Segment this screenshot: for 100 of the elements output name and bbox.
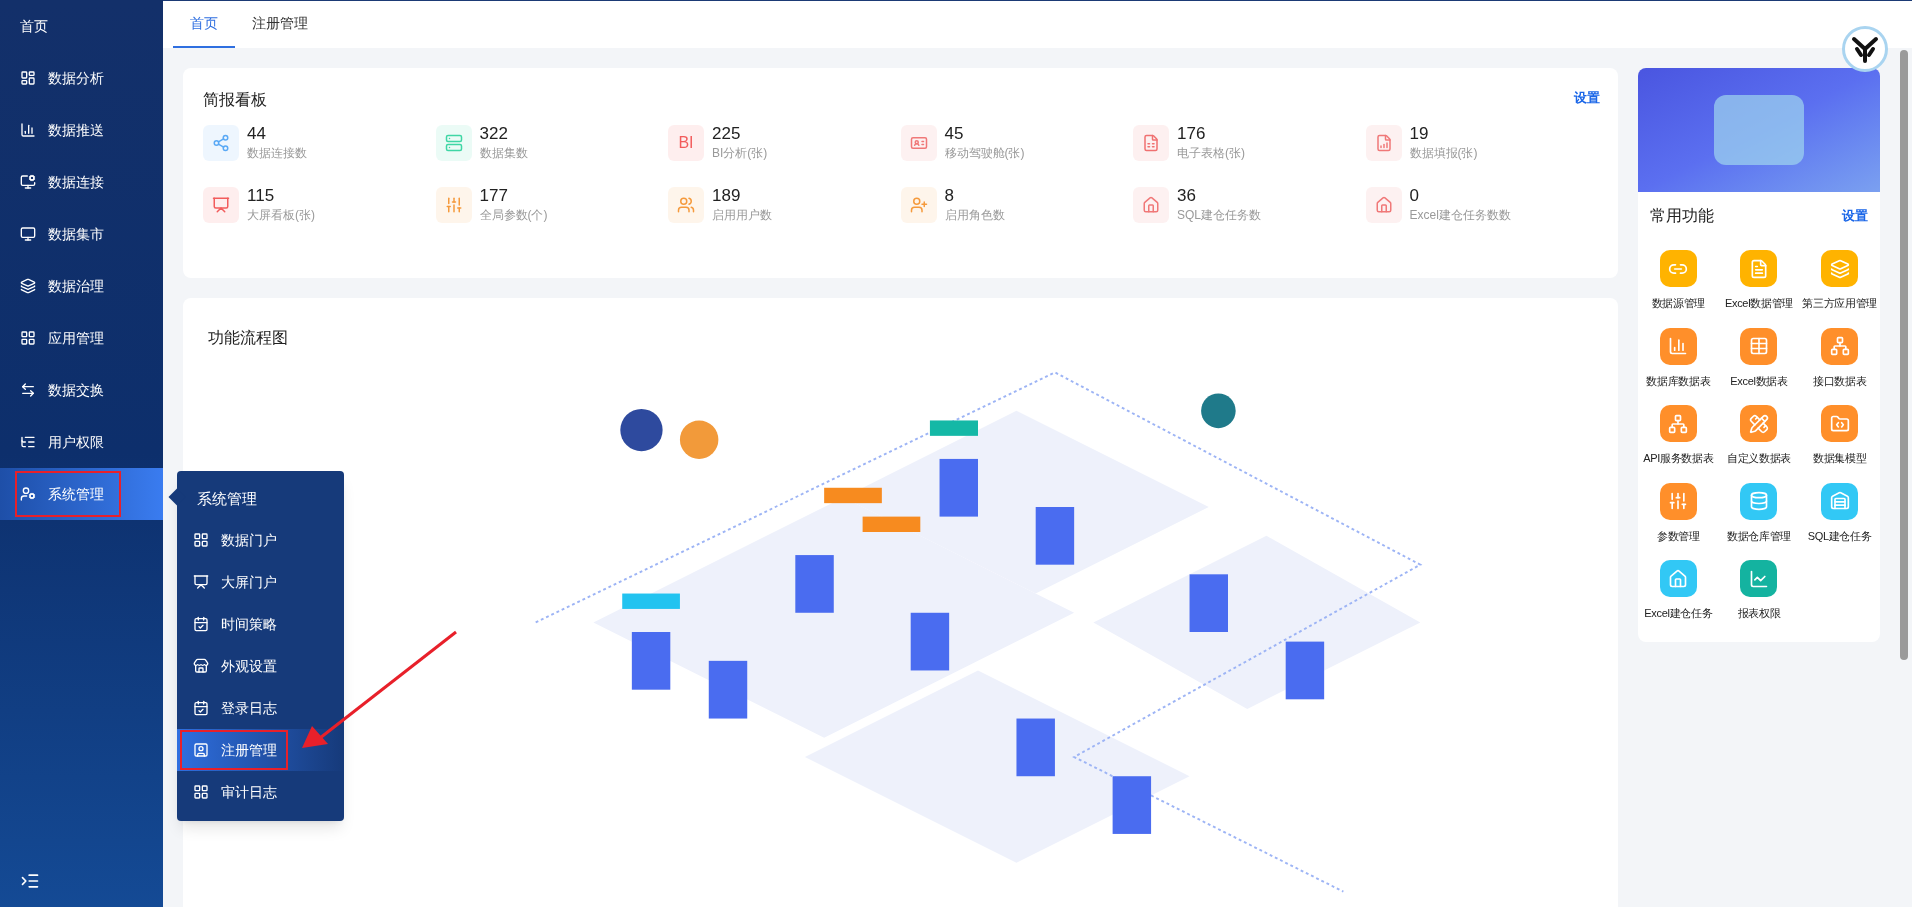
exchange-icon <box>20 382 36 398</box>
tab[interactable]: 注册管理 <box>235 1 325 48</box>
tab[interactable]: 首页 <box>173 1 235 48</box>
line-chart-icon <box>1749 568 1769 589</box>
collapse-menu-icon[interactable] <box>20 871 40 891</box>
submenu-item[interactable]: 数据门户 <box>177 519 344 561</box>
sliders-icon <box>444 196 463 214</box>
folder-code-icon <box>1829 413 1850 434</box>
report-icon <box>1374 134 1393 152</box>
shortcut-item[interactable]: 数据库数据表 <box>1638 327 1719 389</box>
stat-value: 8 <box>944 186 955 206</box>
stat-value: 45 <box>944 124 965 144</box>
shortcut-item[interactable]: 第三方应用管理 <box>1799 250 1880 312</box>
stat-value: 115 <box>247 186 276 206</box>
submenu-item[interactable]: 登录日志 <box>177 687 344 729</box>
card-title: 功能流程图 <box>208 328 289 348</box>
monitor-icon <box>20 226 36 242</box>
submenu-item[interactable]: 时间策略 <box>177 603 344 645</box>
shortcut-item[interactable]: 数据仓库管理 <box>1718 482 1800 544</box>
panel-title: 常用功能 <box>1650 206 1714 226</box>
stat-label: 数据连接数 <box>247 145 307 162</box>
layers-icon <box>20 278 36 294</box>
pencil-ruler-icon <box>1749 413 1769 434</box>
sidebar-item[interactable]: 应用管理 <box>0 312 163 364</box>
bar-chart-icon <box>20 122 36 138</box>
logo-avatar[interactable] <box>1842 26 1888 72</box>
bar-chart-icon <box>1668 336 1689 356</box>
calendar-check-icon <box>193 616 209 632</box>
stat-label: SQL建仓任务数 <box>1177 207 1261 224</box>
home-link[interactable]: 首页 <box>0 0 163 52</box>
submenu-item[interactable]: 注册管理 <box>177 729 344 771</box>
house-icon <box>1668 568 1689 589</box>
sidebar-item[interactable]: 用户权限 <box>0 416 163 468</box>
spreadsheet-icon <box>1142 134 1160 152</box>
store-icon <box>193 658 209 674</box>
stat-value: 44 <box>247 124 267 144</box>
stat-label: 数据集数 <box>479 145 528 162</box>
list-icon <box>20 434 36 450</box>
stat-value: 0 <box>1409 186 1420 206</box>
stat-value: 177 <box>479 186 509 206</box>
sidebar-item[interactable]: 数据交换 <box>0 364 163 416</box>
shortcut-item[interactable]: 数据源管理 <box>1638 250 1719 312</box>
house-icon <box>1374 196 1393 214</box>
submenu-item[interactable]: 大屏门户 <box>177 561 344 603</box>
sidebar-item[interactable]: 数据治理 <box>0 260 163 312</box>
stat-value: 176 <box>1177 124 1207 144</box>
shortcut-item[interactable]: Excel数据管理 <box>1718 250 1800 312</box>
stat-label: 大屏看板(张) <box>247 207 315 224</box>
stat-label: 启用角色数 <box>944 207 1005 224</box>
stat-label: 全局参数(个) <box>479 207 548 224</box>
shortcut-item[interactable]: 参数管理 <box>1638 482 1719 544</box>
submenu-item[interactable]: 外观设置 <box>177 645 344 687</box>
stat-value: 36 <box>1177 186 1197 206</box>
screen-icon <box>212 196 230 214</box>
server-icon <box>444 134 463 152</box>
stat-label: 移动驾驶舱(张) <box>944 145 1025 162</box>
user-settings-icon <box>20 486 36 502</box>
stat-label: 启用用户数 <box>712 207 772 224</box>
shortcut-item[interactable]: 自定义数据表 <box>1718 405 1800 467</box>
shortcut-item[interactable]: Excel数据表 <box>1718 327 1800 389</box>
users-icon <box>677 196 695 214</box>
house-icon <box>1142 196 1160 214</box>
stat-value: 19 <box>1409 124 1430 144</box>
submenu-title: 系统管理 <box>196 488 258 509</box>
sidebar-item[interactable]: 系统管理 <box>0 468 163 520</box>
stat-label: 数据填报(张) <box>1409 145 1478 162</box>
house-icon <box>1829 491 1850 511</box>
shortcut-item[interactable]: SQL建仓任务 <box>1799 482 1880 544</box>
screen-icon <box>193 574 209 590</box>
shortcut-item[interactable]: Excel建仓任务 <box>1638 560 1719 622</box>
settings-link[interactable]: 设置 <box>1574 88 1600 112</box>
stat-label: Excel建仓任务数数 <box>1409 207 1511 224</box>
shortcut-item[interactable]: 接口数据表 <box>1799 327 1880 389</box>
id-card-icon <box>909 134 928 152</box>
sidebar-item[interactable]: 数据集市 <box>0 208 163 260</box>
shortcut-item[interactable]: API服务数据表 <box>1638 405 1719 467</box>
grid-icon <box>20 330 36 346</box>
stat-value: 225 <box>712 124 742 144</box>
submenu-item[interactable]: 审计日志 <box>177 771 344 813</box>
sidebar-item[interactable]: 数据推送 <box>0 104 163 156</box>
shortcut-item[interactable]: 数据集模型 <box>1799 405 1880 467</box>
stat-value: 322 <box>479 124 509 144</box>
bi-icon: BI <box>678 131 694 155</box>
user-plus-icon <box>909 196 928 214</box>
sliders-icon <box>1668 491 1689 511</box>
stat-label: BI分析(张) <box>712 145 768 162</box>
layers-icon <box>1829 258 1850 279</box>
card-title: 简报看板 <box>203 90 267 110</box>
shortcut-item[interactable]: 报表权限 <box>1718 560 1800 622</box>
sidebar-item[interactable]: 数据连接 <box>0 156 163 208</box>
database-icon <box>1749 491 1769 511</box>
calendar-check-icon <box>193 700 209 716</box>
logo-icon <box>1851 35 1879 63</box>
table-icon <box>1749 336 1769 356</box>
user-card-icon <box>193 742 209 758</box>
monitor-icon <box>20 174 36 190</box>
stat-value: 189 <box>712 186 742 206</box>
sidebar-item[interactable]: 数据分析 <box>0 52 163 104</box>
settings-link[interactable]: 设置 <box>1842 206 1868 226</box>
document-icon <box>1749 258 1769 279</box>
